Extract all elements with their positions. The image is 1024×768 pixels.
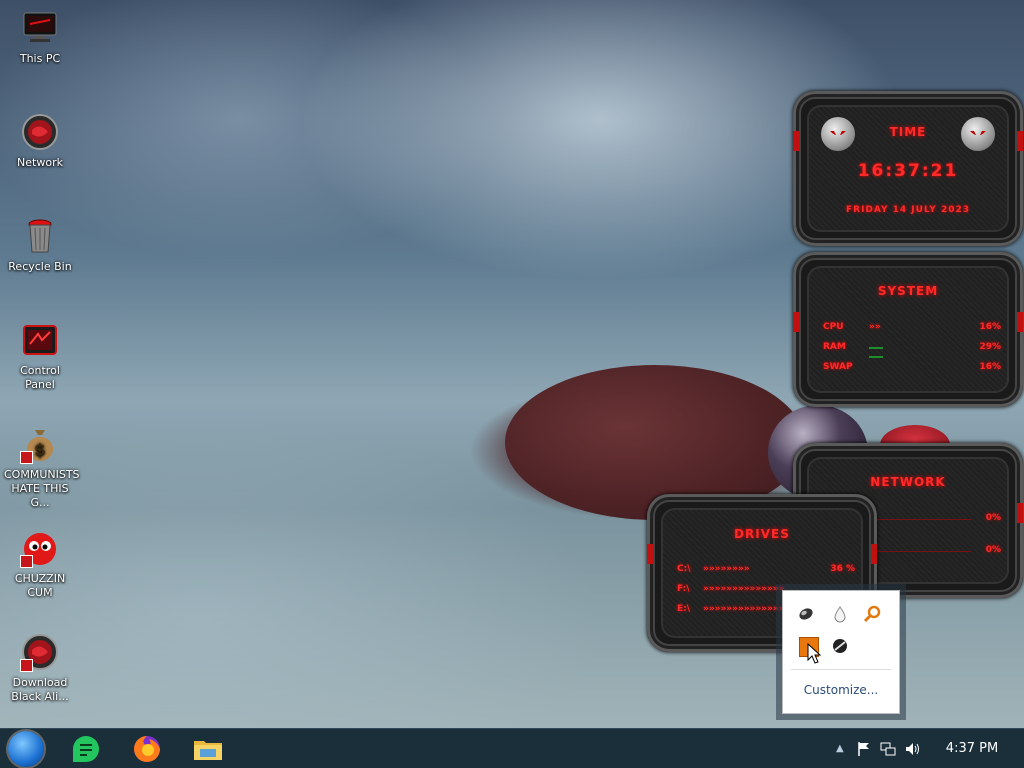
flag-icon[interactable] bbox=[856, 741, 872, 757]
row-label: SWAP bbox=[823, 362, 853, 372]
chevron-up-icon[interactable]: ▲ bbox=[836, 743, 844, 754]
row-value: 0% bbox=[985, 513, 1001, 523]
ram-bar bbox=[869, 347, 883, 349]
desktop-icon-control-panel[interactable]: Control Panel bbox=[4, 320, 76, 392]
desktop-icon-this-pc[interactable]: This PC bbox=[4, 8, 76, 66]
desktop-icon-label: Recycle Bin bbox=[8, 260, 72, 273]
desktop-icon-label: Control Panel bbox=[20, 364, 60, 391]
file-explorer-icon[interactable] bbox=[192, 733, 224, 765]
firefox-icon[interactable] bbox=[131, 733, 163, 765]
control-panel-icon bbox=[20, 320, 60, 360]
network-status-icon[interactable] bbox=[880, 741, 896, 757]
row-value: 16% bbox=[979, 322, 1001, 332]
row-label: E:\ bbox=[677, 604, 691, 614]
row-value: 36 % bbox=[830, 564, 855, 574]
shortcut-arrow-icon bbox=[20, 659, 33, 672]
desktop-icon-network[interactable]: Network bbox=[4, 112, 76, 170]
desktop-icon-label: This PC bbox=[19, 52, 61, 65]
widget-accent bbox=[1017, 312, 1023, 332]
customize-link[interactable]: Customize... bbox=[783, 683, 899, 697]
popup-divider bbox=[791, 669, 891, 670]
widget-accent bbox=[1017, 503, 1023, 523]
drive-bar-icon: »»»»»»»» bbox=[703, 564, 750, 574]
shortcut-arrow-icon bbox=[20, 555, 33, 568]
swap-bar bbox=[869, 356, 883, 358]
chuzzle-icon bbox=[20, 528, 60, 568]
water-drop-icon[interactable] bbox=[831, 605, 849, 623]
cpu-bar-icon: »» bbox=[869, 322, 881, 332]
drive-bar-icon: »»»»»»»»»»»»»» bbox=[703, 584, 785, 594]
desktop-icon-communists[interactable]: $ COMMUNISTS HATE THIS G... bbox=[4, 424, 80, 510]
desktop-icon-label: Download Black Ali... bbox=[11, 676, 69, 703]
widget-accent bbox=[871, 544, 877, 564]
shortcut-arrow-icon bbox=[20, 451, 33, 464]
row-value: 29% bbox=[979, 342, 1001, 352]
row-value: 16% bbox=[979, 362, 1001, 372]
block-icon[interactable] bbox=[831, 637, 849, 655]
search-icon[interactable] bbox=[863, 605, 881, 623]
taskbar-clock[interactable]: 4:37 PM bbox=[936, 741, 1008, 756]
alienware-globe-icon bbox=[20, 632, 60, 672]
widget-title: TIME bbox=[889, 125, 927, 139]
network-graph-line bbox=[873, 551, 971, 552]
row-label: RAM bbox=[823, 342, 846, 352]
desktop-icon-download[interactable]: Download Black Ali... bbox=[4, 632, 76, 704]
time-widget[interactable]: TIME 16:37:21 FRIDAY 14 JULY 2023 bbox=[793, 91, 1023, 246]
taskbar-app-chat-icon[interactable] bbox=[70, 733, 102, 765]
desktop-icon-label: CHUZZIN CUM bbox=[14, 572, 66, 599]
widget-accent bbox=[793, 312, 799, 332]
taskbar: ▲ 4:37 PM bbox=[0, 728, 1024, 768]
row-label: CPU bbox=[823, 322, 844, 332]
clock-date: FRIDAY 14 JULY 2023 bbox=[846, 205, 970, 215]
network-globe-icon bbox=[20, 112, 60, 152]
start-button[interactable] bbox=[8, 731, 44, 767]
widget-title: DRIVES bbox=[734, 527, 790, 541]
row-label: F:\ bbox=[677, 584, 690, 594]
system-widget[interactable]: SYSTEM CPU »» 16% RAM 29% SWAP 16% bbox=[793, 252, 1023, 407]
svg-text:$: $ bbox=[34, 440, 45, 459]
money-bag-icon: $ bbox=[20, 424, 60, 464]
computer-icon bbox=[20, 8, 60, 48]
network-graph-line bbox=[873, 519, 971, 520]
mouse-cursor-icon bbox=[807, 642, 823, 665]
trash-can-icon bbox=[20, 216, 60, 256]
widget-title: SYSTEM bbox=[877, 284, 939, 298]
volume-icon[interactable] bbox=[904, 741, 920, 757]
tray-overflow-popup: Customize... bbox=[782, 590, 900, 714]
desktop-icon-label: COMMUNISTS HATE THIS G... bbox=[4, 468, 80, 509]
row-label: C:\ bbox=[677, 564, 691, 574]
widget-title: NETWORK bbox=[870, 475, 946, 489]
widget-accent bbox=[647, 544, 653, 564]
desktop: This PC Network Recycle Bin Control Pane… bbox=[0, 0, 1024, 728]
row-value: 0% bbox=[985, 545, 1001, 555]
desktop-icon-label: Network bbox=[17, 156, 63, 169]
desktop-icon-chuzzin[interactable]: CHUZZIN CUM bbox=[4, 528, 76, 600]
clock-time: 16:37:21 bbox=[857, 161, 959, 181]
desktop-icon-recycle-bin[interactable]: Recycle Bin bbox=[4, 216, 76, 274]
tray-app-icon[interactable] bbox=[797, 605, 815, 623]
